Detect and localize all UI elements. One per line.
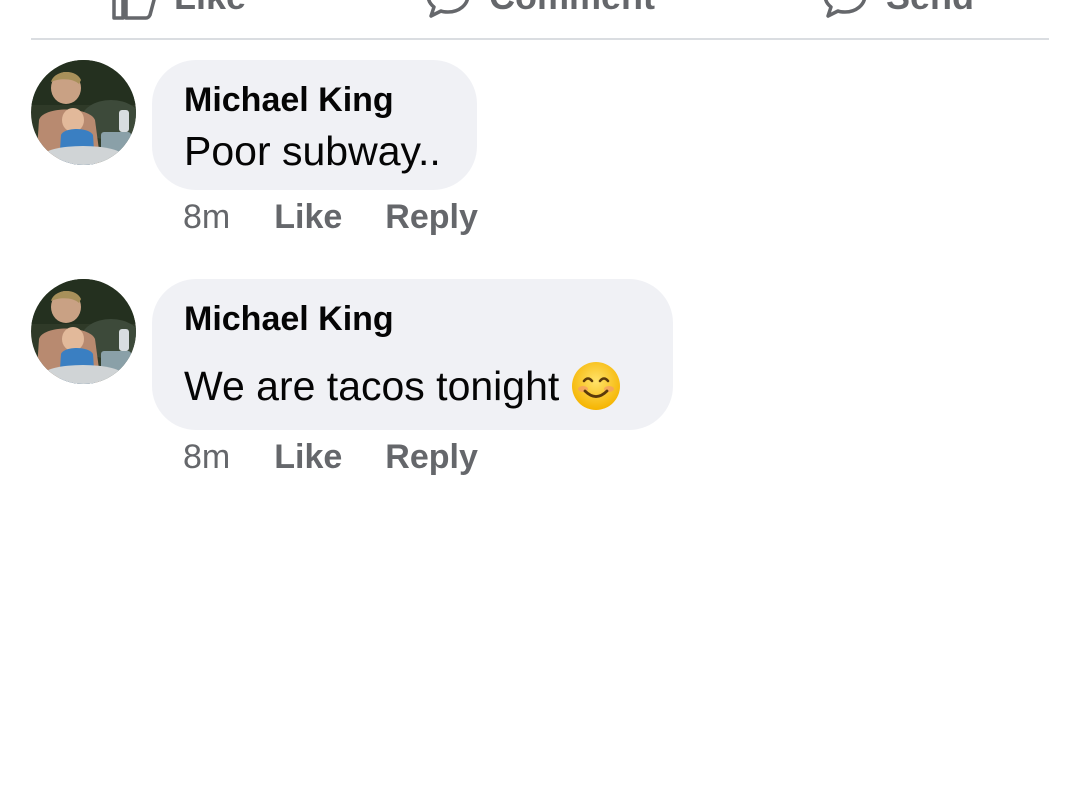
divider bbox=[31, 38, 1049, 40]
comment-text: Poor subway.. bbox=[184, 128, 441, 174]
comment-timestamp[interactable]: 8m bbox=[183, 437, 230, 477]
comment-actions: 8m Like Reply bbox=[183, 197, 478, 237]
like-comment-button[interactable]: Like bbox=[274, 197, 342, 237]
post-action-bar: Like Comment Send bbox=[0, 0, 1080, 38]
like-post-button[interactable]: Like bbox=[110, 0, 246, 20]
comment-post-label: Comment bbox=[489, 0, 655, 15]
avatar[interactable] bbox=[31, 279, 136, 384]
reply-comment-button[interactable]: Reply bbox=[385, 197, 478, 237]
comment-timestamp[interactable]: 8m bbox=[183, 197, 230, 237]
comment-bubble[interactable]: Michael King Poor subway.. bbox=[152, 60, 477, 190]
comment-post-button[interactable]: Comment bbox=[425, 0, 655, 20]
comment-author[interactable]: Michael King bbox=[184, 80, 445, 120]
thumbs-up-icon bbox=[110, 0, 156, 20]
comment-author[interactable]: Michael King bbox=[184, 299, 641, 339]
like-post-label: Like bbox=[174, 0, 246, 15]
smiling-face-icon bbox=[571, 361, 621, 411]
comment-text: We are tacos tonight bbox=[184, 363, 560, 409]
reply-comment-button[interactable]: Reply bbox=[385, 437, 478, 477]
comment-bubble-icon bbox=[425, 0, 471, 20]
send-post-button[interactable]: Send bbox=[822, 0, 974, 20]
messenger-icon bbox=[822, 0, 868, 20]
like-comment-button[interactable]: Like bbox=[274, 437, 342, 477]
comment-actions: 8m Like Reply bbox=[183, 437, 478, 477]
avatar[interactable] bbox=[31, 60, 136, 165]
comment-text-row: We are tacos tonight bbox=[184, 361, 641, 411]
send-post-label: Send bbox=[886, 0, 974, 15]
comment-bubble[interactable]: Michael King We are tacos tonight bbox=[152, 279, 673, 430]
